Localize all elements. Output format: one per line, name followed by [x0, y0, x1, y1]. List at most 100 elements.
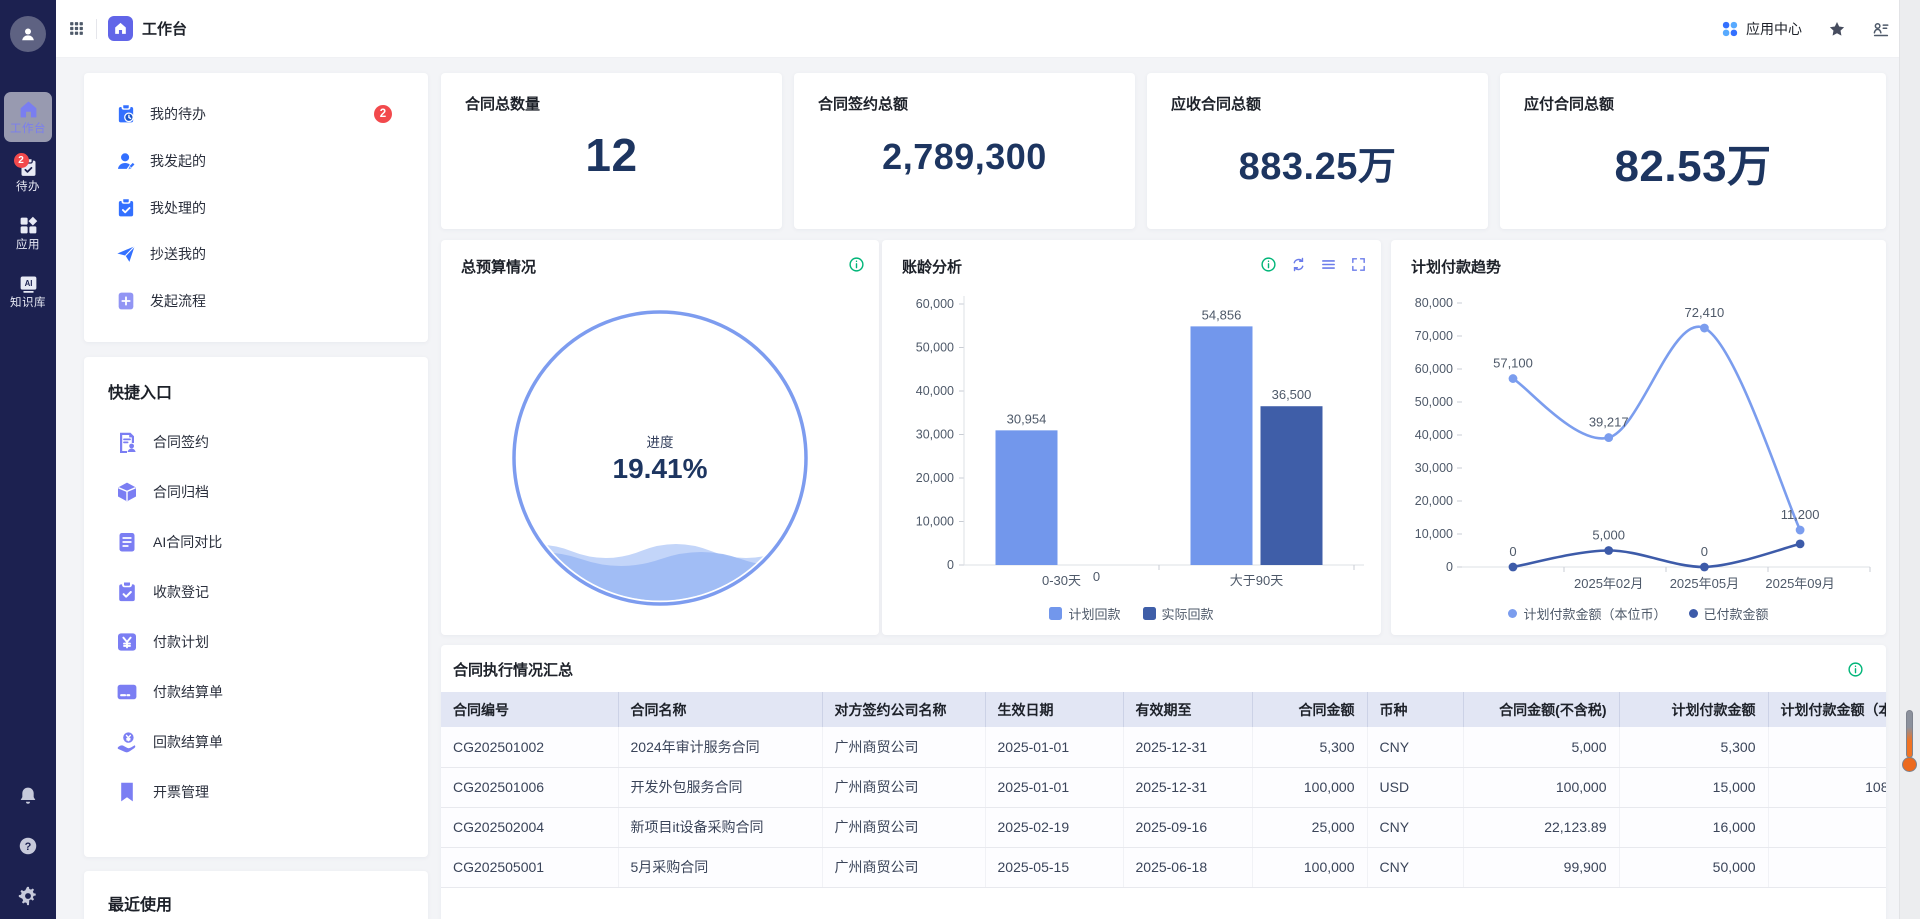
table-cell: 广州商贸公司 [822, 807, 985, 847]
user-icon [18, 24, 38, 44]
table-cell: USD [1367, 767, 1463, 807]
aging-chart-title: 账龄分析 [902, 256, 962, 277]
table-cell: 108 [1768, 767, 1886, 807]
menu-item-label: 我的待办 [150, 104, 206, 124]
svg-text:60,000: 60,000 [916, 297, 954, 311]
payment-card-icon [115, 680, 139, 704]
quick-entry-item-2[interactable]: 合同归档 [84, 467, 428, 517]
gauge-value: 19.41% [613, 453, 708, 484]
svg-text:70,000: 70,000 [1415, 329, 1453, 343]
favorites-star-icon[interactable] [1828, 20, 1846, 38]
rail-item-3[interactable]: 应用 [4, 208, 52, 258]
svg-text:36,500: 36,500 [1272, 387, 1312, 402]
coin-hand-icon [115, 730, 139, 754]
info-icon[interactable] [1847, 661, 1864, 678]
rail-item-2[interactable]: 2 待办 [4, 150, 52, 200]
trend-chart-title: 计划付款趋势 [1411, 256, 1501, 277]
app-center-button[interactable]: 应用中心 [1721, 19, 1802, 39]
app-home-icon[interactable] [108, 16, 133, 41]
divider [96, 19, 97, 39]
legend-item[interactable]: 已付款金额 [1689, 604, 1769, 623]
svg-text:30,000: 30,000 [916, 428, 954, 442]
table-cell: 5,300 [1619, 727, 1768, 767]
list-menu-icon[interactable] [1320, 256, 1337, 273]
table-row[interactable]: CG202501006开发外包服务合同广州商贸公司2025-01-012025-… [441, 767, 1886, 807]
table-row[interactable]: CG2025050015月采购合同广州商贸公司2025-05-152025-06… [441, 847, 1886, 887]
sidebar-menu-item-2[interactable]: 我发起的 [84, 140, 428, 182]
budget-chart-title: 总预算情况 [461, 256, 536, 277]
contact-card-icon[interactable] [1872, 20, 1890, 38]
svg-text:0: 0 [1446, 560, 1453, 574]
rail-item-label: 待办 [16, 181, 40, 194]
refresh-icon[interactable] [1290, 256, 1307, 273]
thermometer-icon[interactable] [1902, 710, 1917, 772]
legend-item[interactable]: 计划付款金额（本位币） [1508, 604, 1666, 623]
column-header: 对方签约公司名称 [822, 692, 985, 727]
svg-text:0: 0 [1701, 544, 1708, 559]
left-rail: 工作台 2 待办 应用 AI 知识库 ? [0, 0, 56, 919]
table-cell: 100,000 [1252, 847, 1367, 887]
svg-text:60,000: 60,000 [1415, 362, 1453, 376]
sidebar-menu-item-4[interactable]: 抄送我的 [84, 233, 428, 275]
svg-text:0: 0 [947, 558, 954, 572]
main-content: 合同总数量 12合同签约总额 2,789,300应收合同总额 883.25万应付… [441, 73, 1886, 919]
info-icon[interactable] [848, 256, 865, 273]
table-cell: CG202501002 [441, 727, 618, 767]
stat-title: 应收合同总额 [1171, 93, 1464, 114]
info-icon[interactable] [1260, 256, 1277, 273]
svg-text:40,000: 40,000 [916, 384, 954, 398]
svg-text:10,000: 10,000 [916, 515, 954, 529]
column-header: 计划付款金额（本位 [1768, 692, 1886, 727]
invoice-bookmark-icon [115, 780, 139, 804]
legend-item[interactable]: 计划回款 [1049, 604, 1120, 623]
svg-text:2025年02月: 2025年02月 [1574, 576, 1643, 591]
quick-entry-title: 快捷入口 [84, 371, 428, 403]
svg-text:57,100: 57,100 [1493, 356, 1533, 371]
table-cell: 2025-09-16 [1123, 807, 1252, 847]
sidebar-menu-item-3[interactable]: 我处理的 [84, 187, 428, 229]
quick-entry-item-3[interactable]: AI合同对比 [84, 517, 428, 567]
quick-entry-item-8[interactable]: 开票管理 [84, 767, 428, 817]
table-cell [1768, 847, 1886, 887]
table-cell: CNY [1367, 847, 1463, 887]
legend-item[interactable]: 实际回款 [1143, 604, 1214, 623]
quick-entry-item-5[interactable]: 付款计划 [84, 617, 428, 667]
table-cell: CG202502004 [441, 807, 618, 847]
grid-menu-icon[interactable] [68, 20, 85, 37]
menu-item-label: 我处理的 [150, 198, 206, 218]
settings-gear-icon[interactable] [17, 885, 39, 907]
svg-text:30,954: 30,954 [1007, 411, 1047, 426]
svg-text:0: 0 [1509, 544, 1516, 559]
budget-gauge-card: 总预算情况 进度 19.41% [441, 240, 879, 635]
expand-icon[interactable] [1350, 256, 1367, 273]
bell-icon[interactable] [17, 785, 39, 807]
avatar[interactable] [10, 16, 46, 52]
rail-item-4[interactable]: AI 知识库 [4, 266, 52, 316]
table-cell: 100,000 [1252, 767, 1367, 807]
stat-card-3: 应收合同总额 883.25万 [1147, 73, 1488, 229]
table-cell: 2025-02-19 [985, 807, 1123, 847]
table-row[interactable]: CG202502004新项目it设备采购合同广州商贸公司2025-02-1920… [441, 807, 1886, 847]
app-center-clover-icon [1721, 20, 1739, 38]
quick-entry-item-4[interactable]: 收款登记 [84, 567, 428, 617]
quick-entry-item-7[interactable]: 回款结算单 [84, 717, 428, 767]
stat-title: 合同签约总额 [818, 93, 1111, 114]
table-cell: 新项目it设备采购合同 [618, 807, 822, 847]
page-scrollbar[interactable] [1899, 0, 1920, 919]
table-row[interactable]: CG2025010022024年审计服务合同广州商贸公司2025-01-0120… [441, 727, 1886, 767]
column-header: 币种 [1367, 692, 1463, 727]
aging-bar-chart: 010,00020,00030,00040,00050,00060,0000-3… [882, 282, 1381, 592]
quick-entry-item-1[interactable]: 合同签约 [84, 417, 428, 467]
todo-menu-card: 我的待办 2 我发起的 我处理的 抄送我的 发起流程 [84, 73, 428, 342]
contract-table: 合同编号合同名称对方签约公司名称生效日期有效期至合同金额币种合同金额(不含税)计… [441, 692, 1886, 888]
table-cell: 5月采购合同 [618, 847, 822, 887]
help-icon[interactable]: ? [17, 835, 39, 857]
payment-trend-card: 计划付款趋势 010,00020,00030,00040,00050,00060… [1391, 240, 1886, 635]
sidebar-menu-item-5[interactable]: 发起流程 [84, 280, 428, 322]
table-cell: 2025-06-18 [1123, 847, 1252, 887]
svg-text:54,856: 54,856 [1202, 307, 1242, 322]
sidebar-menu-item-1[interactable]: 我的待办 2 [84, 93, 428, 135]
rail-item-1[interactable]: 工作台 [4, 92, 52, 142]
svg-text:30,000: 30,000 [1415, 461, 1453, 475]
quick-entry-item-6[interactable]: 付款结算单 [84, 667, 428, 717]
